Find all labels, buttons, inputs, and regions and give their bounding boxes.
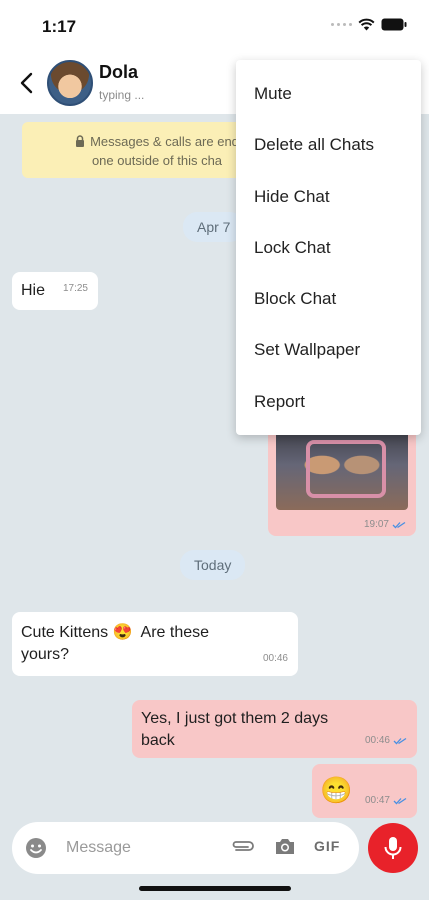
date-separator: Today	[180, 550, 246, 580]
message-text: Hie	[21, 282, 46, 299]
mic-button[interactable]	[368, 823, 418, 873]
message-input[interactable]	[66, 834, 226, 862]
menu-item-lock-chat[interactable]: Lock Chat	[236, 222, 421, 273]
battery-icon	[381, 18, 407, 31]
status-icons	[331, 18, 407, 31]
double-check-icon	[392, 521, 406, 528]
message-bubble-outgoing[interactable]: Yes, I just got them 2 days back 00:46	[132, 700, 417, 758]
message-bubble-outgoing[interactable]: 😁 00:47	[312, 764, 417, 818]
message-time: 00:46	[262, 653, 288, 664]
message-bubble-image[interactable]: 19:07	[268, 428, 416, 536]
status-time: 1:17	[42, 17, 77, 36]
signal-icon	[331, 23, 352, 26]
gif-button[interactable]: GIF	[314, 838, 340, 854]
encryption-note-text-1: Messages & calls are end	[90, 134, 239, 149]
message-time: 00:46	[365, 730, 407, 752]
camera-icon[interactable]	[274, 836, 296, 856]
double-check-icon	[393, 797, 407, 805]
status-bar: 1:17	[0, 0, 429, 52]
message-composer: GIF	[12, 822, 359, 874]
contact-name[interactable]: Dola	[99, 62, 138, 83]
message-emoji: 😁	[320, 775, 353, 805]
menu-item-mute[interactable]: Mute	[236, 68, 421, 119]
message-time: 19:07	[364, 519, 406, 530]
menu-item-set-wallpaper[interactable]: Set Wallpaper	[236, 324, 421, 375]
menu-item-hide-chat[interactable]: Hide Chat	[236, 171, 421, 222]
lock-icon	[76, 135, 85, 147]
message-text: Yes, I just got them 2 days back	[141, 710, 329, 749]
menu-item-delete-all-chats[interactable]: Delete all Chats	[236, 119, 421, 170]
double-check-icon	[393, 737, 407, 745]
menu-item-report[interactable]: Report	[236, 376, 421, 427]
overflow-menu: Mute Delete all Chats Hide Chat Lock Cha…	[236, 60, 421, 435]
mic-icon	[384, 837, 402, 859]
contact-status: typing ...	[99, 88, 145, 102]
message-bubble-incoming[interactable]: Hie 17:25	[12, 272, 98, 310]
kittens-photo[interactable]	[276, 428, 408, 510]
back-arrow-icon[interactable]	[16, 70, 38, 96]
menu-item-block-chat[interactable]: Block Chat	[236, 273, 421, 324]
message-time: 00:47	[365, 790, 407, 812]
wifi-icon	[358, 18, 375, 31]
message-time: 17:25	[62, 283, 88, 294]
home-indicator[interactable]	[139, 886, 291, 891]
message-bubble-incoming[interactable]: Cute Kittens 😍 Are these yours? 00:46	[12, 612, 298, 676]
emoji-icon[interactable]	[24, 836, 48, 860]
avatar[interactable]	[47, 60, 93, 106]
paperclip-icon[interactable]	[230, 839, 256, 853]
message-text: Cute Kittens 😍 Are these yours?	[21, 624, 214, 663]
